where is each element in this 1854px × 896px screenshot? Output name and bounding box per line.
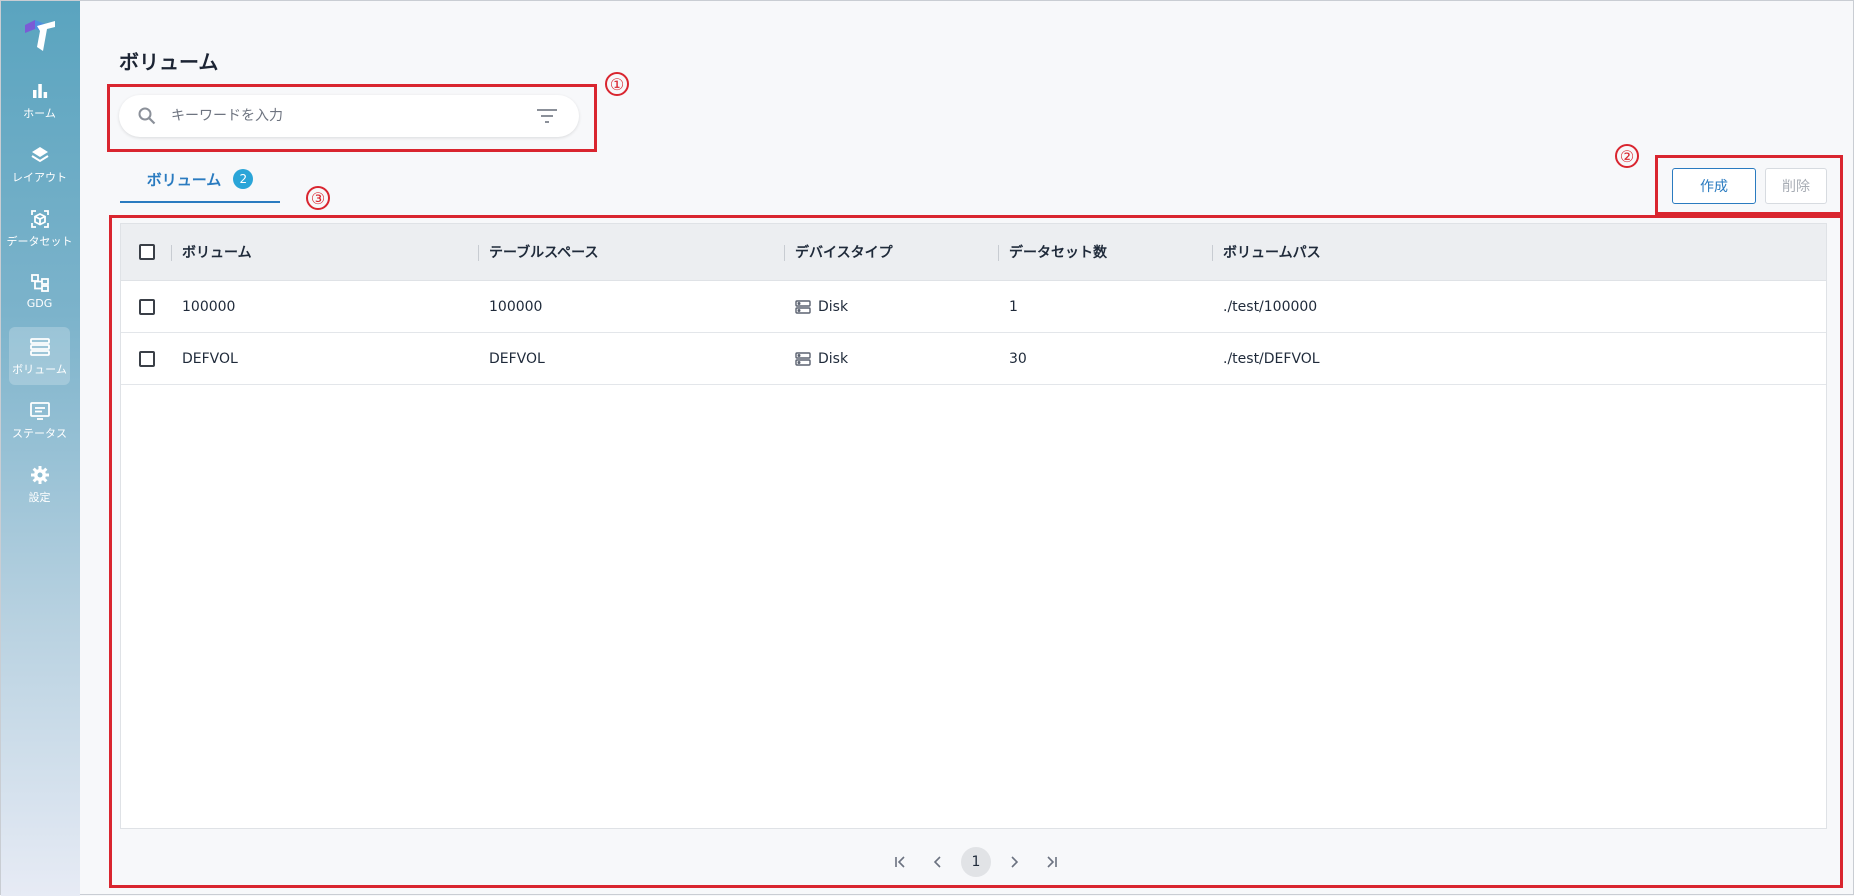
row-checkbox[interactable] (139, 350, 155, 367)
next-page-icon[interactable] (999, 847, 1029, 877)
cell-dataset-count: 1 (1009, 298, 1018, 315)
sidebar-item-label: ステータス (12, 427, 67, 440)
bar-chart-icon (29, 80, 51, 102)
column-header-dataset-count[interactable]: データセット数 (1009, 224, 1107, 280)
layers-icon (29, 144, 51, 166)
column-header-tablespace[interactable]: テーブルスペース (489, 224, 598, 280)
column-divider (171, 245, 172, 261)
cell-volume: 100000 (182, 298, 236, 315)
tab-volume[interactable]: ボリューム 2 (120, 169, 280, 203)
table-row[interactable]: DEFVOL DEFVOL Disk 30 ./test/DEFVOL (121, 333, 1826, 385)
table-header: ボリューム テーブルスペース デバイスタイプ データセット数 ボリュームパス (121, 224, 1826, 281)
gear-icon (29, 464, 51, 486)
table-row[interactable]: 100000 100000 Disk 1 ./test/100000 (121, 281, 1826, 333)
disk-icon (795, 351, 811, 366)
sidebar: ホーム レイアウト データセット GDG ボリューム ステータス 設定 (1, 1, 80, 896)
first-page-icon[interactable] (885, 847, 915, 877)
sidebar-item-dataset[interactable]: データセット (6, 199, 73, 257)
sidebar-item-label: ボリューム (12, 363, 67, 376)
sidebar-item-settings[interactable]: 設定 (9, 455, 70, 513)
sidebar-item-home[interactable]: ホーム (9, 71, 70, 129)
sidebar-item-status[interactable]: ステータス (9, 391, 70, 449)
cell-tablespace: DEFVOL (489, 350, 545, 367)
disk-icon (795, 299, 811, 314)
create-button[interactable]: 作成 (1672, 168, 1756, 204)
volume-table: ボリューム テーブルスペース デバイスタイプ データセット数 ボリュームパス 1… (120, 223, 1827, 829)
sidebar-item-label: ホーム (23, 107, 56, 120)
monitor-icon (29, 400, 51, 422)
page-title: ボリューム (119, 50, 219, 74)
annotation-number-2: ② (1615, 144, 1639, 168)
sidebar-item-label: GDG (26, 297, 53, 310)
cell-device-type: Disk (818, 298, 849, 315)
column-header-volume-path[interactable]: ボリュームパス (1223, 224, 1321, 280)
row-checkbox[interactable] (139, 298, 155, 315)
column-header-volume[interactable]: ボリューム (182, 224, 252, 280)
cell-dataset-count: 30 (1009, 350, 1027, 367)
column-divider (998, 245, 999, 261)
sidebar-item-layout[interactable]: レイアウト (9, 135, 70, 193)
cell-volume-path: ./test/100000 (1223, 298, 1318, 315)
column-header-device-type[interactable]: デバイスタイプ (795, 224, 893, 280)
sidebar-item-label: 設定 (28, 491, 51, 504)
delete-button[interactable]: 削除 (1765, 168, 1827, 204)
app-logo[interactable] (21, 17, 59, 55)
select-all-checkbox[interactable] (139, 244, 155, 260)
cube-scan-icon (29, 208, 51, 230)
pagination: 1 (881, 847, 1071, 877)
last-page-icon[interactable] (1037, 847, 1067, 877)
previous-page-icon[interactable] (923, 847, 953, 877)
column-divider (784, 245, 785, 261)
annotation-box-1 (107, 84, 597, 152)
cell-tablespace: 100000 (489, 298, 543, 315)
sidebar-item-label: レイアウト (12, 171, 67, 184)
cell-volume: DEFVOL (182, 350, 238, 367)
column-divider (478, 245, 479, 261)
sidebar-item-gdg[interactable]: GDG (9, 263, 70, 321)
sidebar-item-label: データセット (6, 235, 73, 248)
column-divider (1212, 245, 1213, 261)
hierarchy-icon (29, 272, 51, 294)
annotation-number-3: ③ (306, 186, 330, 210)
page-number-button[interactable]: 1 (961, 847, 991, 877)
cell-device-type: Disk (818, 350, 849, 367)
annotation-number-1: ① (605, 72, 629, 96)
tab-label: ボリューム (146, 171, 222, 189)
count-badge: 2 (233, 169, 254, 189)
cell-volume-path: ./test/DEFVOL (1223, 350, 1320, 367)
storage-list-icon (29, 336, 51, 358)
sidebar-item-volume[interactable]: ボリューム (9, 327, 70, 385)
